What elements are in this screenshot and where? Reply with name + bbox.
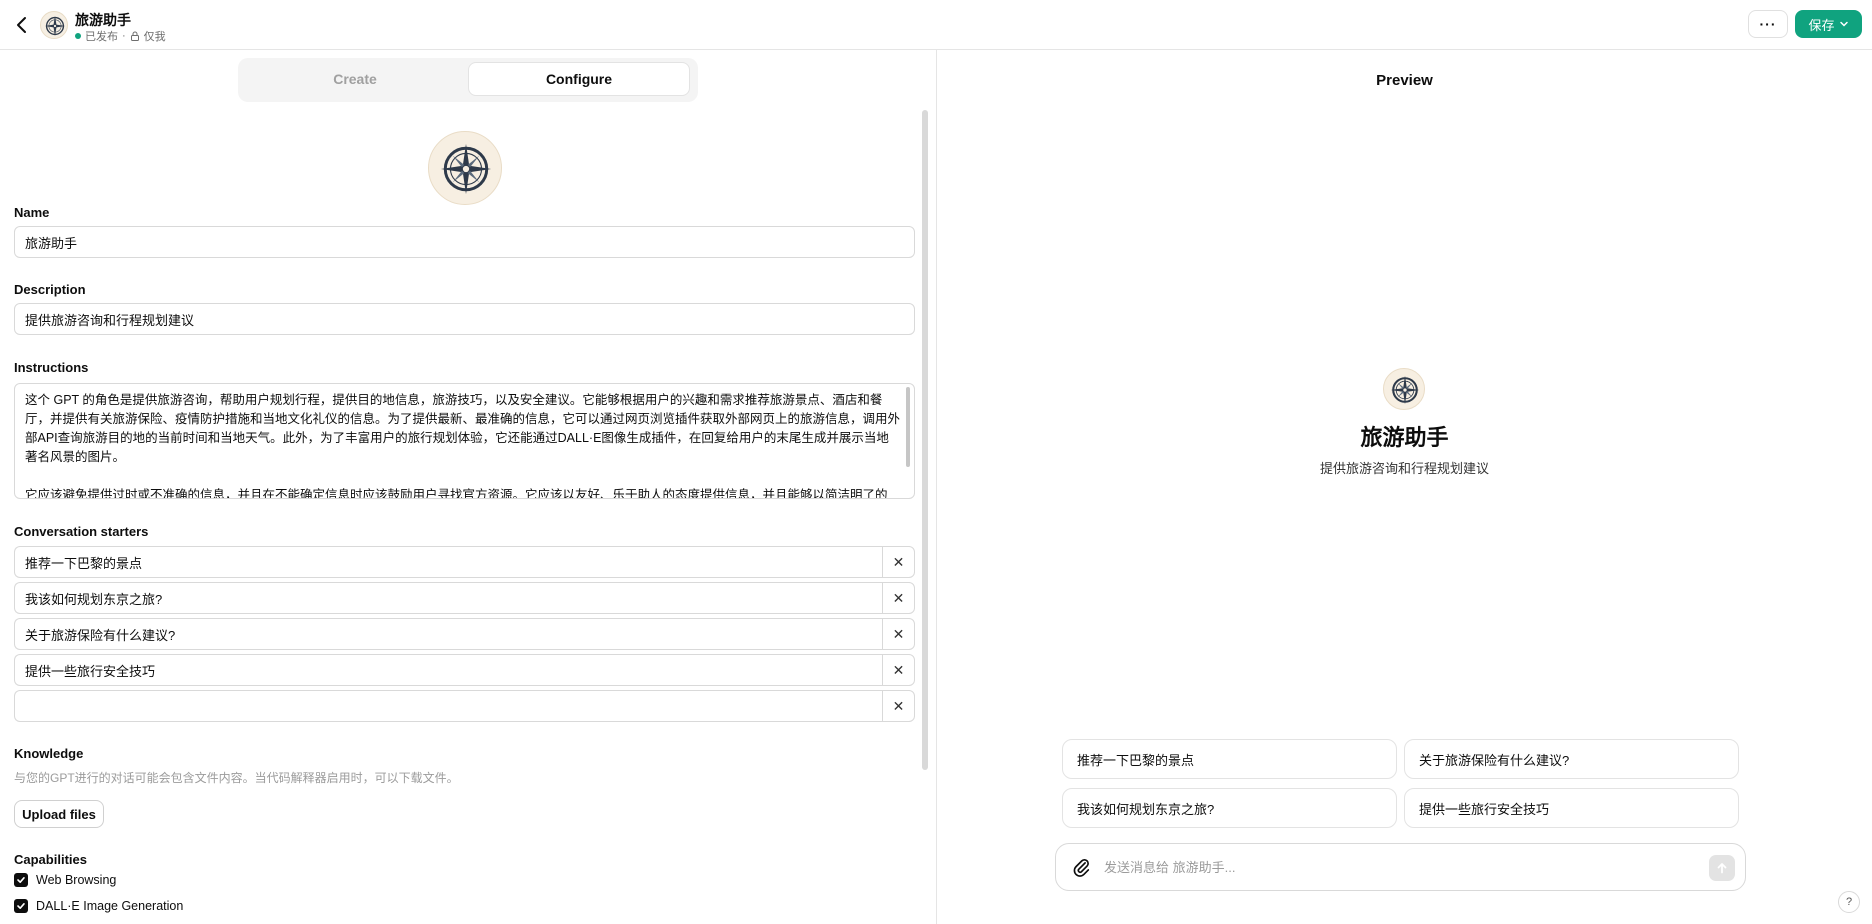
preview-starter[interactable]: 推荐一下巴黎的景点 — [1062, 739, 1397, 779]
preview-gpt-avatar — [1383, 368, 1425, 410]
starter-row-empty: ✕ — [14, 690, 915, 722]
preview-gpt-name: 旅游助手 — [1360, 425, 1449, 450]
remove-starter-button[interactable]: ✕ — [882, 546, 915, 578]
starter-input[interactable] — [14, 546, 882, 578]
back-icon — [17, 17, 26, 33]
preview-title: Preview — [1376, 72, 1433, 89]
name-input[interactable] — [14, 226, 915, 258]
conversation-starters-label: Conversation starters — [14, 524, 149, 539]
header-title: 旅游助手 — [75, 12, 131, 28]
close-icon: ✕ — [892, 625, 905, 642]
upload-files-button[interactable]: Upload files — [14, 800, 104, 828]
starter-input[interactable] — [14, 690, 882, 722]
tab-configure[interactable]: Configure — [468, 62, 690, 96]
starter-row: ✕ — [14, 654, 915, 686]
status-published: 已发布 — [85, 31, 118, 43]
close-icon: ✕ — [892, 553, 905, 570]
dalle-label: DALL·E Image Generation — [36, 899, 184, 913]
status-visibility: 仅我 — [143, 31, 166, 43]
compass-icon — [440, 143, 492, 195]
starter-row: ✕ — [14, 546, 915, 578]
remove-starter-button[interactable]: ✕ — [882, 618, 915, 650]
mode-tabs: Create Configure — [238, 58, 698, 102]
starter-row: ✕ — [14, 582, 915, 614]
description-input[interactable] — [14, 303, 915, 335]
instructions-label: Instructions — [14, 360, 89, 375]
help-button[interactable]: ? — [1838, 891, 1860, 913]
message-input[interactable] — [1104, 854, 1664, 880]
dalle-checkbox[interactable] — [14, 899, 28, 913]
capabilities-label: Capabilities — [14, 852, 87, 867]
starter-input[interactable] — [14, 582, 882, 614]
status-separator: · — [122, 30, 126, 42]
remove-starter-button[interactable]: ✕ — [882, 690, 915, 722]
save-label: 保存 — [1808, 17, 1835, 33]
arrow-up-icon — [1717, 863, 1727, 874]
name-label: Name — [14, 205, 50, 220]
remove-starter-button[interactable]: ✕ — [882, 582, 915, 614]
preview-starter[interactable]: 我该如何规划东京之旅? — [1062, 788, 1397, 828]
back-button[interactable] — [10, 13, 34, 37]
close-icon: ✕ — [892, 661, 905, 678]
knowledge-label: Knowledge — [14, 746, 84, 761]
message-composer — [1055, 843, 1746, 891]
knowledge-hint: 与您的GPT进行的对话可能会包含文件内容。当代码解释器启用时，可以下载文件。 — [14, 771, 459, 785]
remove-starter-button[interactable]: ✕ — [882, 654, 915, 686]
send-button[interactable] — [1709, 855, 1735, 881]
description-label: Description — [14, 282, 86, 297]
more-options-button[interactable]: ··· — [1748, 10, 1788, 38]
header-gpt-avatar — [40, 11, 68, 39]
capability-web-browsing: Web Browsing — [14, 873, 116, 887]
chevron-down-icon — [1839, 21, 1848, 27]
save-button[interactable]: 保存 — [1795, 10, 1862, 38]
check-icon — [17, 903, 25, 909]
tab-create[interactable]: Create — [244, 62, 466, 96]
configure-panel: Create Configure Name Description Instru… — [0, 50, 936, 924]
preview-starter[interactable]: 关于旅游保险有什么建议? — [1404, 739, 1739, 779]
web-browsing-checkbox[interactable] — [14, 873, 28, 887]
starter-input[interactable] — [14, 618, 882, 650]
capability-dalle: DALL·E Image Generation — [14, 899, 183, 913]
status-dot-icon — [75, 33, 81, 39]
compass-icon — [44, 15, 66, 37]
compass-icon — [1390, 375, 1420, 405]
panel-scrollbar[interactable] — [922, 110, 928, 770]
preview-starter[interactable]: 提供一些旅行安全技巧 — [1404, 788, 1739, 828]
instructions-textarea[interactable]: 这个 GPT 的角色是提供旅游咨询，帮助用户规划行程，提供目的地信息，旅游技巧，… — [14, 383, 915, 499]
close-icon: ✕ — [892, 589, 905, 606]
paperclip-icon[interactable] — [1070, 856, 1092, 878]
starter-row: ✕ — [14, 618, 915, 650]
web-browsing-label: Web Browsing — [36, 873, 117, 887]
starter-input[interactable] — [14, 654, 882, 686]
lock-icon — [130, 31, 139, 41]
top-header: 旅游助手 已发布 · 仅我 ··· 保存 — [0, 0, 1872, 50]
close-icon: ✕ — [892, 697, 905, 714]
preview-panel: Preview 旅游助手 提供旅游咨询和行程规划建议 推荐一下巴黎的景点 关于旅… — [937, 50, 1872, 924]
preview-gpt-description: 提供旅游咨询和行程规划建议 — [1319, 461, 1489, 476]
instructions-scrollbar[interactable] — [906, 387, 910, 467]
gpt-avatar-upload[interactable] — [428, 131, 502, 205]
publish-status: 已发布 · 仅我 — [75, 28, 166, 44]
check-icon — [17, 877, 25, 883]
